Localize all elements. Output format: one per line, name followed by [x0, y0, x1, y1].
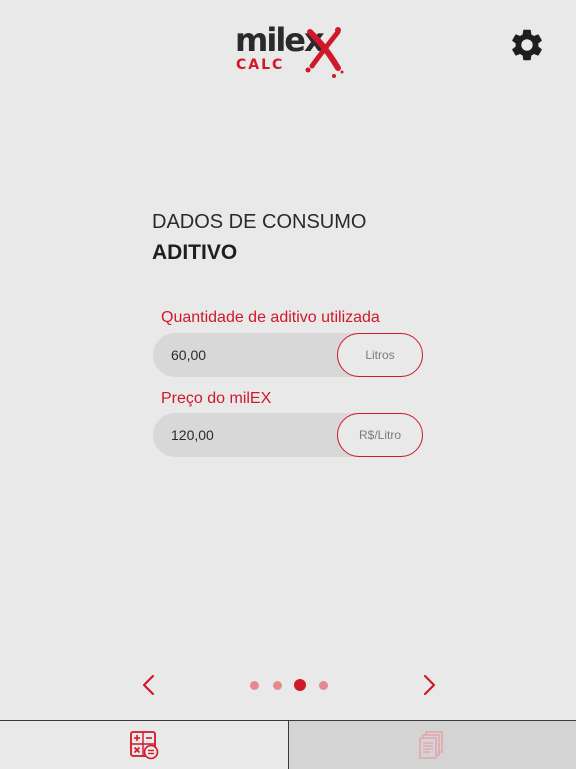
- page-dot[interactable]: [272, 680, 282, 690]
- milex-price-field[interactable]: 120,00 R$/Litro: [153, 413, 423, 457]
- page-dot[interactable]: [249, 680, 259, 690]
- documents-icon: [419, 731, 443, 759]
- additive-quantity-label: Quantidade de aditivo utilizada: [161, 309, 380, 326]
- next-page-button[interactable]: [416, 672, 442, 698]
- tab-calculator[interactable]: [0, 721, 288, 769]
- additive-quantity-input[interactable]: 60,00: [171, 333, 206, 377]
- previous-page-button[interactable]: [136, 672, 162, 698]
- page-dot-active[interactable]: [294, 679, 306, 691]
- additive-quantity-field[interactable]: 60,00 Litros: [153, 333, 423, 377]
- section-heading: DADOS DE CONSUMO ADITIVO: [152, 210, 366, 265]
- app-logo: milex CALC: [230, 20, 346, 82]
- logo-x-mark-icon: [305, 27, 344, 78]
- calculator-icon: [130, 731, 159, 760]
- gear-icon: [512, 29, 542, 61]
- logo-subtitle: CALC: [236, 57, 285, 73]
- milex-price-label: Preço do milEX: [161, 390, 272, 407]
- chevron-right-icon: [423, 674, 436, 696]
- settings-button[interactable]: [508, 26, 546, 64]
- milex-price-unit: R$/Litro: [337, 413, 423, 457]
- chevron-left-icon: [142, 674, 155, 696]
- section-subtitle: ADITIVO: [152, 241, 238, 264]
- section-title: DADOS DE CONSUMO: [152, 211, 367, 233]
- page-dot[interactable]: [318, 680, 328, 690]
- bottom-tab-bar: [0, 720, 576, 769]
- additive-quantity-unit: Litros: [337, 333, 423, 377]
- tab-documents[interactable]: [289, 721, 576, 769]
- milex-price-input[interactable]: 120,00: [171, 413, 214, 457]
